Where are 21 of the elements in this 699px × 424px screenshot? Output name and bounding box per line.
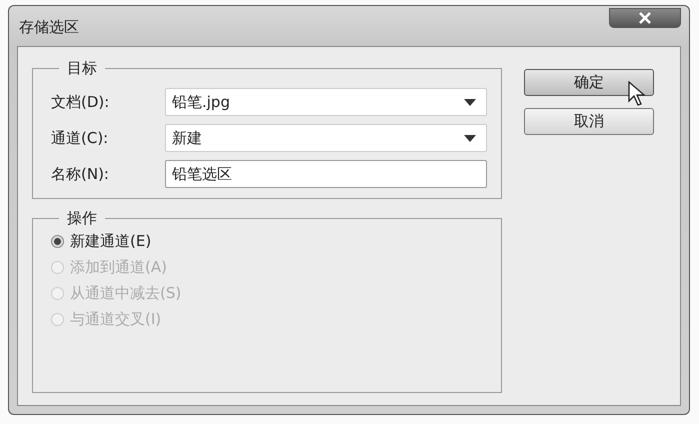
radio-button[interactable] (51, 234, 64, 248)
dropdown-arrow-icon (464, 134, 476, 142)
dropdown-field[interactable]: 新建 (165, 124, 487, 152)
radio-label: 与通道交叉(I) (70, 310, 162, 328)
dropdown-arrow-icon (464, 98, 476, 106)
group-title: 操作 (66, 209, 98, 228)
radio-label: 新建通道(E) (70, 232, 152, 250)
field-label: 文档(D): (51, 92, 110, 112)
close-button[interactable] (609, 8, 681, 28)
dialog-button[interactable]: 确定 (524, 69, 654, 96)
window-title: 存储选区 (19, 18, 79, 37)
dropdown-field[interactable]: 铅笔.jpg (165, 88, 487, 116)
close-icon (638, 12, 652, 24)
radio-label: 从通道中减去(S) (70, 284, 182, 302)
pointer-icon (628, 81, 646, 107)
dialog-button[interactable]: 取消 (524, 108, 654, 135)
field-label: 名称(N): (51, 164, 110, 184)
radio-label: 添加到通道(A) (70, 258, 167, 276)
group-title: 目标 (66, 59, 98, 78)
field-label: 通道(C): (51, 128, 110, 148)
input-field[interactable]: 铅笔选区 (165, 160, 487, 188)
